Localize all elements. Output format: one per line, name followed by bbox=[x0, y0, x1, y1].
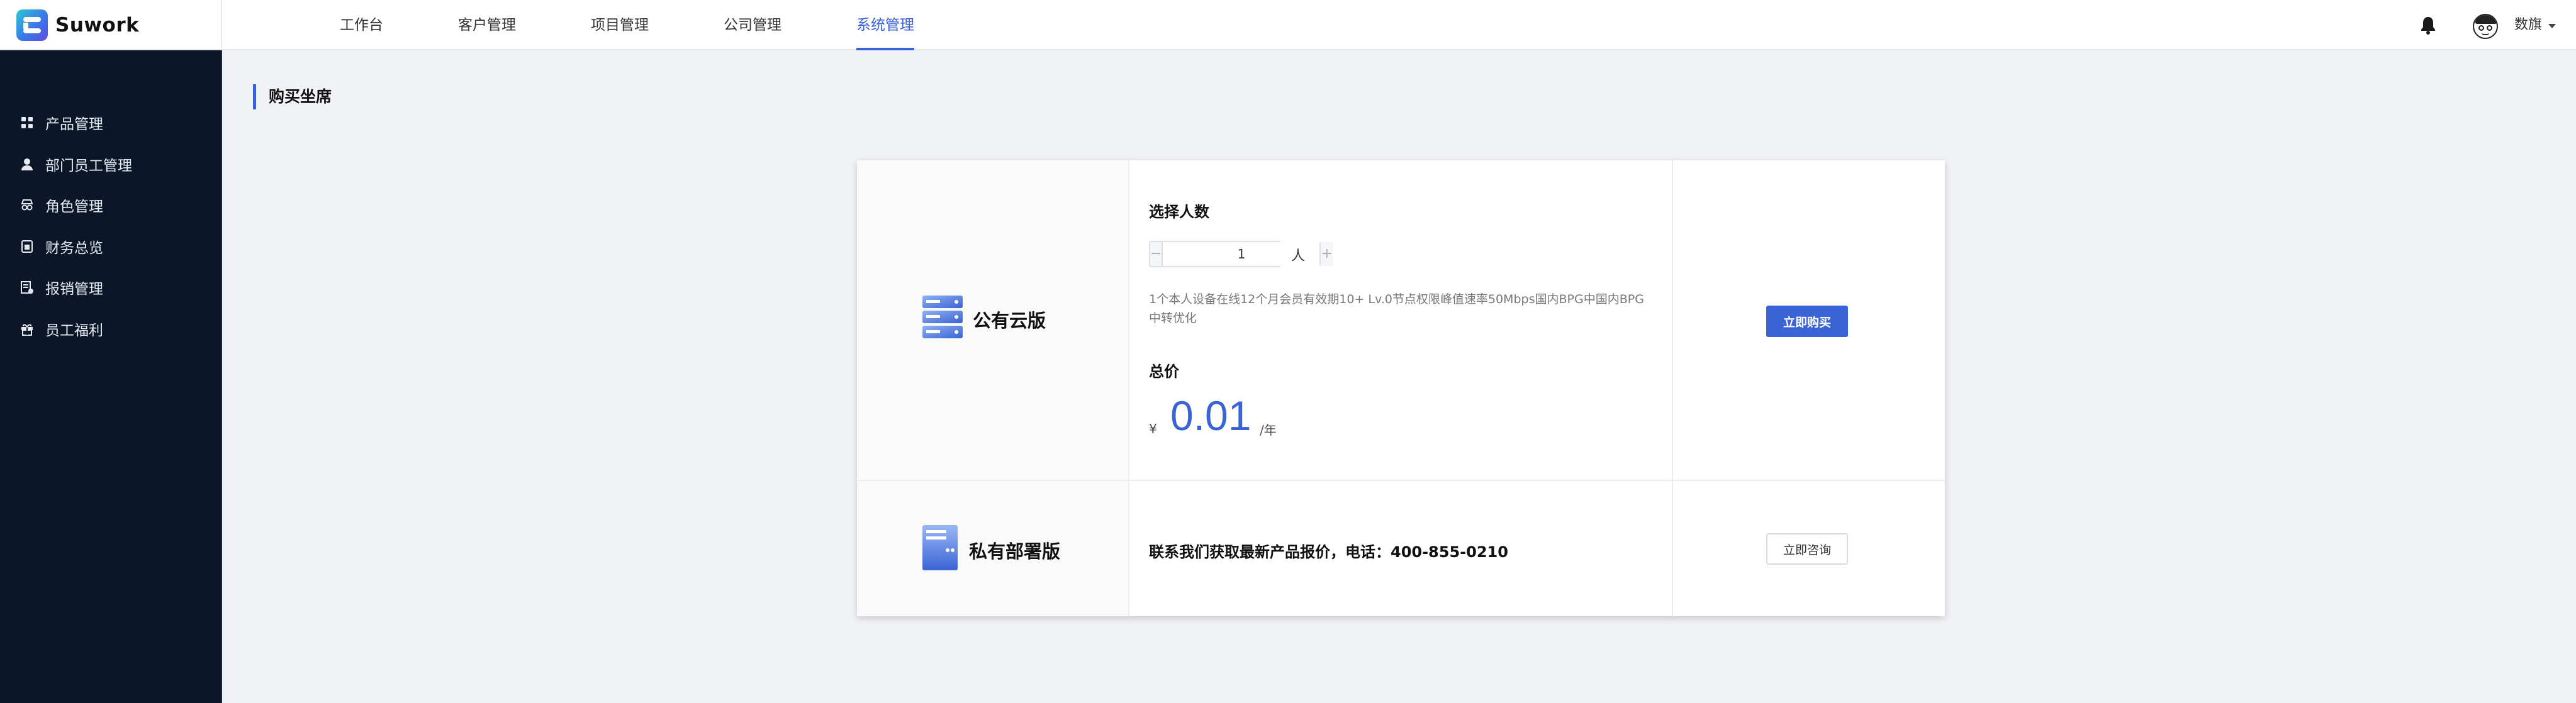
chevron-down-icon[interactable] bbox=[2548, 24, 2556, 28]
nav-item-customers[interactable]: 客户管理 bbox=[458, 0, 516, 50]
nav-item-projects[interactable]: 项目管理 bbox=[591, 0, 649, 50]
top-bar: Suwork 工作台 客户管理 项目管理 公司管理 系统管理 数旗 bbox=[0, 0, 2576, 50]
decrement-button[interactable]: − bbox=[1150, 242, 1163, 266]
sidebar-item-label: 部门员工管理 bbox=[45, 158, 132, 174]
receipt-icon bbox=[20, 280, 34, 294]
nav-item-workbench[interactable]: 工作台 bbox=[340, 0, 383, 50]
consult-now-button[interactable]: 立即咨询 bbox=[1766, 533, 1848, 565]
logo[interactable]: Suwork bbox=[0, 0, 222, 50]
plan-private-header: 私有部署版 bbox=[857, 481, 1129, 616]
app-name: Suwork bbox=[55, 14, 140, 36]
logo-icon bbox=[16, 9, 48, 41]
nav-item-company[interactable]: 公司管理 bbox=[724, 0, 781, 50]
user-icon bbox=[20, 157, 34, 171]
plan-description: 1个本人设备在线12个月会员有效期10+ Lv.0节点权限峰值速率50Mbps国… bbox=[1149, 292, 1644, 325]
sidebar-item-departments[interactable]: 部门员工管理 bbox=[0, 152, 222, 177]
currency-symbol: ¥ bbox=[1149, 421, 1157, 436]
quantity-stepper: − + bbox=[1149, 241, 1333, 267]
sidebar-item-label: 产品管理 bbox=[45, 116, 103, 133]
quantity-unit: 人 bbox=[1291, 248, 1306, 264]
plans-card: 公有云版 选择人数 − + 人 1个本人设备在线12个月会员有效期10+ Lv.… bbox=[857, 160, 1945, 616]
finance-icon bbox=[20, 240, 34, 253]
select-quantity-label: 选择人数 bbox=[1149, 203, 1209, 221]
avatar[interactable] bbox=[2473, 14, 2498, 39]
sidebar-item-label: 角色管理 bbox=[45, 199, 103, 215]
sidebar-item-reimbursement[interactable]: 报销管理 bbox=[0, 275, 222, 300]
main-nav: 工作台 客户管理 项目管理 公司管理 系统管理 bbox=[340, 0, 989, 50]
plan-row-private: 私有部署版 联系我们获取最新产品报价，电话：400-855-0210 立即咨询 bbox=[857, 481, 1945, 616]
plan-row-public: 公有云版 选择人数 − + 人 1个本人设备在线12个月会员有效期10+ Lv.… bbox=[857, 160, 1945, 481]
price-period: /年 bbox=[1260, 423, 1277, 438]
bell-icon[interactable] bbox=[2420, 16, 2436, 35]
sidebar-item-label: 财务总览 bbox=[45, 240, 103, 257]
role-icon bbox=[20, 198, 34, 212]
buy-now-button[interactable]: 立即购买 bbox=[1766, 306, 1848, 337]
grid-icon bbox=[20, 116, 34, 130]
sidebar-item-products[interactable]: 产品管理 bbox=[0, 110, 222, 135]
sidebar-item-roles[interactable]: 角色管理 bbox=[0, 192, 222, 218]
total-label: 总价 bbox=[1149, 363, 1179, 380]
plan-name-private: 私有部署版 bbox=[969, 541, 1061, 562]
sidebar-item-label: 员工福利 bbox=[45, 323, 103, 339]
plan-name-public: 公有云版 bbox=[973, 310, 1046, 331]
sidebar: 产品管理 部门员工管理 角色管理 财务总览 报销管理 员工福利 bbox=[0, 50, 222, 703]
user-name[interactable]: 数旗 bbox=[2514, 0, 2542, 50]
gift-icon bbox=[20, 322, 34, 336]
plan-public-header: 公有云版 bbox=[857, 160, 1129, 480]
page-title: 购买坐席 bbox=[253, 84, 332, 109]
server-icon bbox=[922, 525, 958, 570]
total-price: 0.01 bbox=[1170, 392, 1252, 439]
increment-button[interactable]: + bbox=[1319, 242, 1333, 266]
nav-item-system[interactable]: 系统管理 bbox=[856, 0, 914, 50]
sidebar-item-welfare[interactable]: 员工福利 bbox=[0, 316, 222, 341]
contact-info: 联系我们获取最新产品报价，电话：400-855-0210 bbox=[1149, 543, 1508, 561]
sidebar-item-label: 报销管理 bbox=[45, 281, 103, 297]
server-icon bbox=[922, 296, 963, 338]
sidebar-item-finance[interactable]: 财务总览 bbox=[0, 234, 222, 259]
